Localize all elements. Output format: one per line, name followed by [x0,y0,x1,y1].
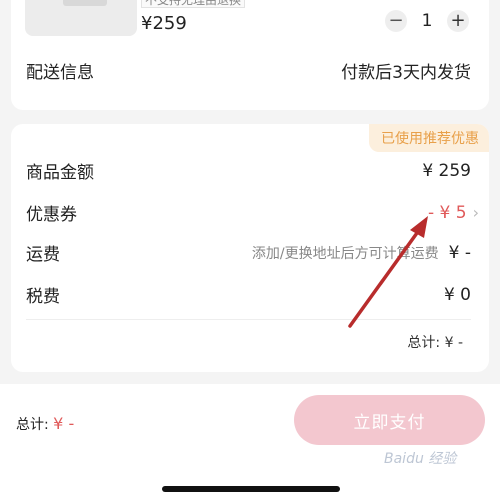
quantity-stepper: − 1 + [385,10,469,32]
bottom-total: 总计: ¥ - [16,414,74,434]
shipping-hint: 添加/更换地址后方可计算运费 [251,245,439,262]
recommended-discount-badge: 已使用推荐优惠 [369,124,489,152]
tax-row: 税费 ¥ 0 [26,282,471,308]
goods-amount-label: 商品金额 [26,163,94,183]
goods-amount-row: 商品金额 ¥ 259 [26,158,471,184]
delivery-info-row: 配送信息 付款后3天内发货 [26,58,471,83]
delivery-info-value: 付款后3天内发货 [341,63,471,83]
summary-total: 总计: ¥ - [407,335,463,351]
watermark-logo: Baidu 经验 [384,451,457,467]
shipping-value-group: 添加/更换地址后方可计算运费 ¥ - [252,243,471,263]
product-price: ¥259 [141,13,187,34]
coupon-row[interactable]: 优惠券 - ¥ 5 › [26,200,479,226]
bottom-total-label: 总计: [16,417,49,433]
shipping-value: ¥ - [448,242,471,263]
chevron-right-icon: › [472,203,479,222]
summary-divider [26,319,471,320]
decrease-quantity-button[interactable]: − [385,10,407,32]
coupon-value: - ¥ 5 [428,202,467,223]
return-policy-tag: 不支持无理由退换 [141,0,246,8]
coupon-value-group: - ¥ 5 › [428,203,479,223]
checkout-bar: 总计: ¥ - 立即支付 [0,384,500,500]
coupon-label: 优惠券 [26,205,77,225]
order-item-card: 不支持无理由退换 ¥259 − 1 + 配送信息 付款后3天内发货 [11,0,489,110]
tax-value: ¥ 0 [443,284,471,305]
tax-label: 税费 [26,287,60,307]
goods-amount-value: ¥ 259 [422,160,471,181]
shipping-label: 运费 [26,245,60,265]
home-indicator[interactable] [162,486,340,492]
quantity-value: 1 [421,11,433,31]
product-image-placeholder [63,0,107,6]
increase-quantity-button[interactable]: + [447,10,469,32]
bottom-total-value: ¥ - [53,414,75,433]
price-summary-card: 已使用推荐优惠 商品金额 ¥ 259 优惠券 - ¥ 5 › 运费 添加/更换地… [11,124,489,372]
pay-now-button[interactable]: 立即支付 [294,395,485,445]
product-thumbnail[interactable] [25,0,137,36]
shipping-row: 运费 添加/更换地址后方可计算运费 ¥ - [26,240,471,266]
delivery-info-label: 配送信息 [26,63,94,83]
